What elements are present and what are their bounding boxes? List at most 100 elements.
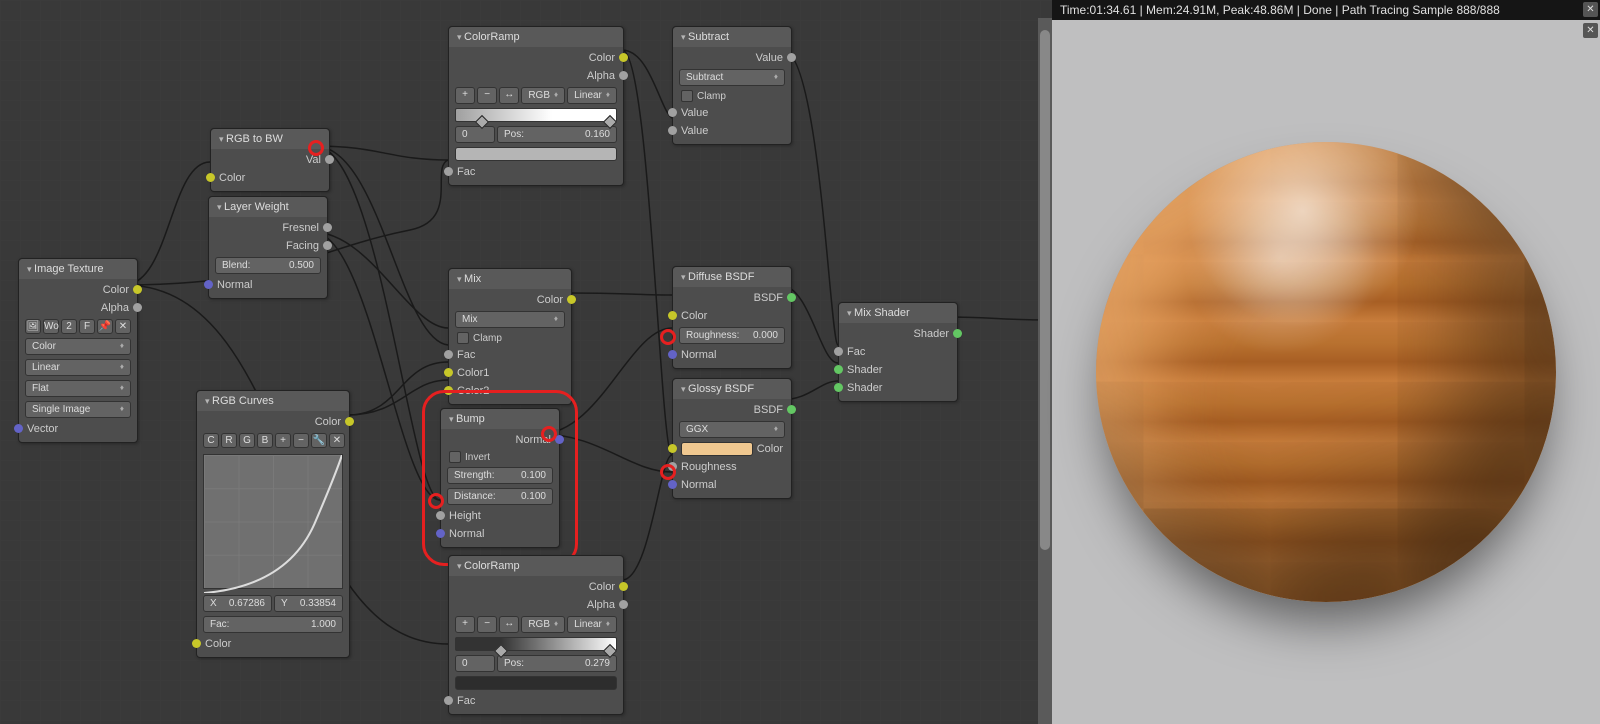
socket-in-value1[interactable] [668,108,677,117]
socket-out-fresnel[interactable] [323,223,332,232]
socket-out-facing[interactable] [323,241,332,250]
socket-in-fac[interactable] [444,350,453,359]
stop-pos[interactable]: Pos:0.279 [497,655,617,672]
proj-select[interactable]: Flat [25,380,131,397]
socket-out-shader[interactable] [953,329,962,338]
node-layer-weight[interactable]: Layer Weight Fresnel Facing Blend:0.500 … [208,196,328,299]
socket-out-alpha[interactable] [619,71,628,80]
curve-canvas[interactable] [203,454,343,589]
remove-stop-icon[interactable]: − [477,616,497,633]
curve-tab-r[interactable]: R [221,433,237,448]
fac-field[interactable]: Fac:1.000 [203,616,343,633]
socket-in-fac[interactable] [444,167,453,176]
vertical-scrollbar[interactable] [1038,18,1052,724]
socket-in-value2[interactable] [668,126,677,135]
add-stop-icon[interactable]: + [455,616,475,633]
blend-select[interactable]: Mix [455,311,565,328]
color-ramp-bar[interactable] [455,637,617,651]
socket-in-vector[interactable] [14,424,23,433]
socket-in-normal[interactable] [204,280,213,289]
socket-out-color[interactable] [619,582,628,591]
strength-field[interactable]: Strength:0.100 [447,467,553,484]
op-select[interactable]: Subtract [679,69,785,86]
close-curve-icon[interactable]: ✕ [329,433,345,448]
roughness-field[interactable]: Roughness:0.000 [679,327,785,344]
dist-select[interactable]: GGX [679,421,785,438]
socket-in-shader2[interactable] [834,383,843,392]
curve-x-field[interactable]: X0.67286 [203,595,272,612]
distance-field[interactable]: Distance:0.100 [447,488,553,505]
clamp-checkbox[interactable] [457,332,469,344]
color-input-swatch[interactable] [681,442,753,456]
curve-tab-g[interactable]: G [239,433,255,448]
clamp-checkbox[interactable] [681,90,693,102]
node-image-texture[interactable]: Image Texture Color Alpha 🖼 Wo 2 F 📌 ✕ C… [18,258,138,443]
node-editor[interactable]: Image Texture Color Alpha 🖼 Wo 2 F 📌 ✕ C… [0,0,1052,724]
socket-out-color[interactable] [567,295,576,304]
socket-in-color[interactable] [206,173,215,182]
stop-color-swatch[interactable] [455,147,617,161]
node-rgb-to-bw[interactable]: RGB to BW Val Color [210,128,330,192]
socket-out-alpha[interactable] [619,600,628,609]
interp-select[interactable]: Linear [25,359,131,376]
node-color-ramp-2[interactable]: ColorRamp Color Alpha + − ↔ RGB Linear 0… [448,555,624,715]
stop-color-swatch[interactable] [455,676,617,690]
socket-out-val[interactable] [325,155,334,164]
zoom-out-icon[interactable]: − [293,433,309,448]
socket-out-color[interactable] [619,53,628,62]
socket-out-alpha[interactable] [133,303,142,312]
tools-icon[interactable]: 🔧 [311,433,327,448]
socket-in-normal[interactable] [436,529,445,538]
blend-field[interactable]: Blend:0.500 [215,257,321,274]
socket-in-color[interactable] [668,311,677,320]
socket-in-normal[interactable] [668,350,677,359]
ramp-mode-select[interactable]: RGB [521,616,565,633]
color-ramp-bar[interactable] [455,108,617,122]
node-mix-shader[interactable]: Mix Shader Shader Fac Shader Shader [838,302,958,402]
colorspace-select[interactable]: Color [25,338,131,355]
node-rgb-curves[interactable]: RGB Curves Color C R G B + − 🔧 ✕ X0.67 [196,390,350,658]
socket-in-shader1[interactable] [834,365,843,374]
socket-in-normal[interactable] [668,480,677,489]
socket-in-color[interactable] [668,444,677,453]
node-subtract[interactable]: Subtract Value Subtract Clamp Value Valu… [672,26,792,145]
flip-icon[interactable]: ↔ [499,87,519,104]
flip-icon[interactable]: ↔ [499,616,519,633]
socket-in-fac[interactable] [444,696,453,705]
node-mix[interactable]: Mix Color Mix Clamp Fac Color1 Color2 [448,268,572,405]
close-btn[interactable]: ✕ [115,319,131,334]
stop-index[interactable]: 0 [455,655,495,672]
socket-in-color1[interactable] [444,368,453,377]
curve-tab-b[interactable]: B [257,433,273,448]
fake-btn[interactable]: F [79,319,95,334]
users-btn[interactable]: 2 [61,319,77,334]
node-glossy-bsdf[interactable]: Glossy BSDF BSDF GGX Color Roughness Nor… [672,378,792,499]
socket-out-bsdf[interactable] [787,405,796,414]
node-diffuse-bsdf[interactable]: Diffuse BSDF BSDF Color Roughness:0.000 … [672,266,792,369]
curve-tab-c[interactable]: C [203,433,219,448]
name-btn[interactable]: Wo [43,319,59,334]
zoom-in-icon[interactable]: + [275,433,291,448]
stop-pos[interactable]: Pos:0.160 [497,126,617,143]
browse-btn[interactable]: 🖼 [25,319,41,334]
socket-out-bsdf[interactable] [787,293,796,302]
socket-out-color[interactable] [345,417,354,426]
pin-btn[interactable]: 📌 [97,319,113,334]
invert-checkbox[interactable] [449,451,461,463]
add-stop-icon[interactable]: + [455,87,475,104]
socket-in-height[interactable] [436,511,445,520]
ramp-mode-select[interactable]: RGB [521,87,565,104]
socket-out-value[interactable] [787,53,796,62]
node-color-ramp-1[interactable]: ColorRamp Color Alpha + − ↔ RGB Linear 0… [448,26,624,186]
socket-in-color[interactable] [192,639,201,648]
source-select[interactable]: Single Image [25,401,131,418]
close-icon[interactable]: ✕ [1583,2,1598,17]
socket-in-fac[interactable] [834,347,843,356]
socket-in-color2[interactable] [444,386,453,395]
scrollbar-thumb[interactable] [1040,30,1050,550]
remove-stop-icon[interactable]: − [477,87,497,104]
ramp-interp-select[interactable]: Linear [567,616,617,633]
curve-y-field[interactable]: Y0.33854 [274,595,343,612]
ramp-interp-select[interactable]: Linear [567,87,617,104]
stop-index[interactable]: 0 [455,126,495,143]
